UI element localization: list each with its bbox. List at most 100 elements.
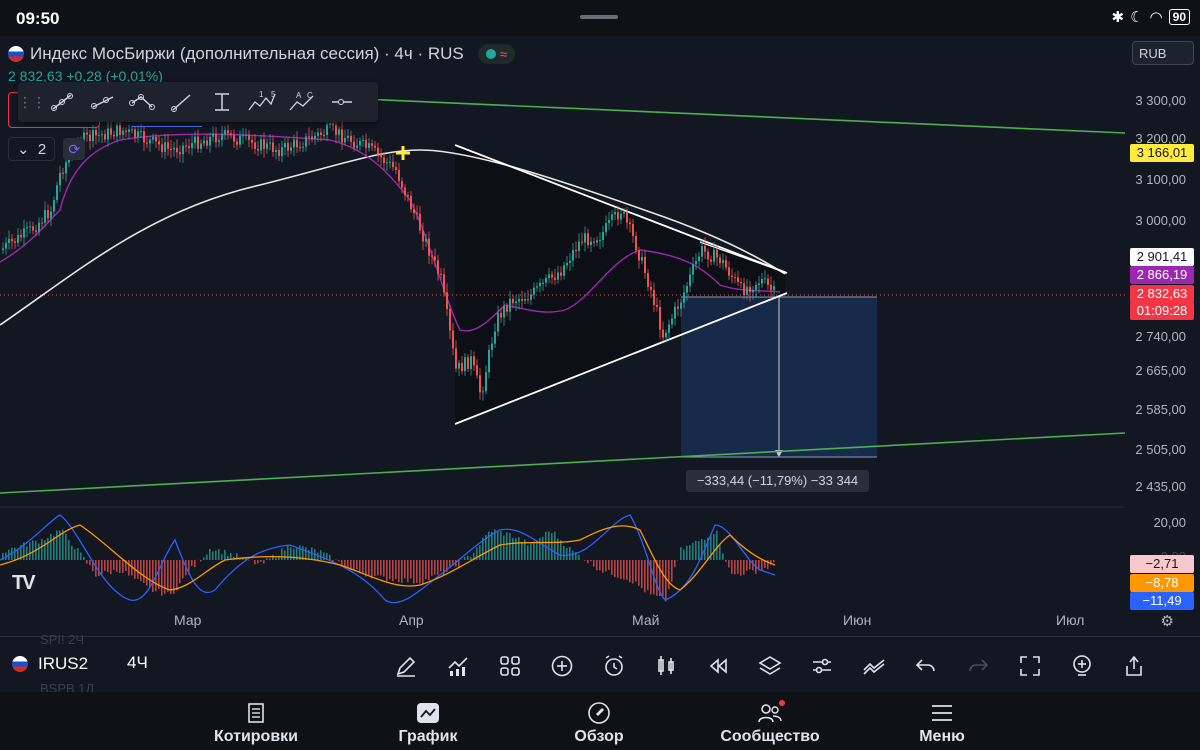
candle-body bbox=[671, 318, 673, 325]
settings-icon[interactable] bbox=[796, 652, 848, 680]
ray-icon[interactable] bbox=[82, 82, 122, 122]
histogram-bar bbox=[695, 540, 697, 560]
nav-label: Котировки bbox=[213, 728, 299, 745]
layouts-icon[interactable] bbox=[484, 652, 536, 680]
candle-body bbox=[506, 305, 508, 312]
histogram-bar bbox=[29, 542, 31, 560]
measure-icon[interactable] bbox=[202, 82, 242, 122]
candle-body bbox=[605, 223, 607, 233]
indicators-icon[interactable] bbox=[432, 652, 484, 680]
layers-icon[interactable] bbox=[744, 652, 796, 680]
drag-handle-icon[interactable]: ⋮⋮ bbox=[18, 94, 46, 111]
alert-icon[interactable] bbox=[588, 652, 640, 680]
draw-icon[interactable] bbox=[380, 652, 432, 680]
histogram-bar bbox=[662, 560, 664, 597]
histogram-bar bbox=[518, 537, 520, 560]
candle-body bbox=[449, 309, 451, 331]
symbol-title[interactable]: Индекс МосБиржи (дополнительная сессия) … bbox=[30, 44, 464, 64]
arrow-line-icon[interactable] bbox=[162, 82, 202, 122]
histogram-bar bbox=[593, 560, 595, 567]
tradingview-logo[interactable]: TV bbox=[12, 572, 36, 595]
candle-body bbox=[740, 282, 742, 284]
histogram-bar bbox=[404, 560, 406, 579]
histogram-bar bbox=[671, 560, 673, 582]
add-symbol-icon[interactable] bbox=[1056, 652, 1108, 680]
histogram-bar bbox=[665, 560, 667, 602]
candle-body bbox=[191, 142, 193, 149]
histogram-bar bbox=[257, 560, 259, 564]
nav-explore[interactable]: Обзор bbox=[529, 692, 669, 746]
session-status[interactable]: ≈ bbox=[477, 44, 516, 64]
symbol-title-row[interactable]: Индекс МосБиржи (дополнительная сессия) … bbox=[8, 44, 516, 64]
russia-flag-icon bbox=[12, 656, 28, 672]
nav-menu[interactable]: Меню bbox=[872, 692, 1012, 746]
candle-body bbox=[602, 232, 604, 241]
chart-type-icon[interactable] bbox=[640, 652, 692, 680]
histogram-bar bbox=[734, 560, 736, 575]
share-icon[interactable] bbox=[1108, 652, 1160, 680]
histogram-bar bbox=[674, 560, 676, 568]
candle-body bbox=[239, 135, 241, 145]
candle-body bbox=[518, 298, 520, 302]
nav-label: Сообщество bbox=[720, 728, 820, 745]
add-icon[interactable] bbox=[536, 652, 588, 680]
candle-body bbox=[332, 123, 334, 126]
currency-select[interactable]: RUB bbox=[1132, 41, 1194, 65]
interval-selector[interactable]: 4Ч bbox=[127, 653, 148, 673]
chart-settings-gear-icon[interactable]: ⚙ bbox=[1161, 612, 1174, 630]
candle-body bbox=[227, 130, 229, 134]
candle-body bbox=[281, 147, 283, 156]
candle-body bbox=[737, 277, 739, 283]
nav-community[interactable]: Сообщество bbox=[700, 692, 840, 746]
candle-body bbox=[494, 331, 496, 344]
horizontal-ray-icon[interactable] bbox=[322, 82, 362, 122]
candle-body bbox=[143, 131, 145, 143]
histogram-bar bbox=[470, 557, 472, 560]
drawing-favorites-toolbar[interactable]: ⋮⋮ 15 AC bbox=[18, 82, 378, 122]
histogram-bar bbox=[434, 560, 436, 575]
histogram-bar bbox=[539, 538, 541, 560]
layer-control[interactable]: ⌄ 2 ⟳ bbox=[8, 136, 86, 162]
histogram-bar bbox=[80, 552, 82, 560]
undo-icon[interactable] bbox=[900, 652, 952, 680]
bluetooth-icon: ✱ bbox=[1111, 9, 1125, 26]
notification-dot bbox=[779, 700, 785, 706]
crosshair-marker[interactable] bbox=[396, 146, 410, 160]
candle-body bbox=[686, 285, 688, 293]
symbol-selector[interactable]: IRUS2 bbox=[12, 654, 88, 674]
candle-body bbox=[236, 141, 238, 145]
ideas-icon[interactable] bbox=[848, 652, 900, 680]
nav-watchlist[interactable]: Котировки bbox=[186, 692, 326, 746]
candle-body bbox=[734, 277, 736, 279]
histogram-bar bbox=[773, 560, 775, 563]
candle-body bbox=[680, 302, 682, 309]
elliott-wave-icon[interactable]: 15 bbox=[242, 82, 282, 122]
histogram-bar bbox=[638, 560, 640, 586]
candle-body bbox=[152, 136, 154, 140]
layer-collapse[interactable]: ⌄ 2 bbox=[8, 137, 56, 161]
histogram-bar bbox=[110, 560, 112, 575]
abc-pattern-icon[interactable]: AC bbox=[282, 82, 322, 122]
price-tick: 3 100,00 bbox=[1135, 172, 1186, 187]
symbol-name[interactable]: IRUS2 bbox=[38, 654, 88, 674]
replay-icon[interactable] bbox=[692, 652, 744, 680]
fullscreen-icon[interactable] bbox=[1004, 652, 1056, 680]
histogram-bar bbox=[41, 538, 43, 560]
candle-body bbox=[410, 195, 412, 210]
alert-price-tag[interactable]: 3 166,01 bbox=[1130, 144, 1194, 162]
nav-chart[interactable]: График bbox=[358, 692, 498, 746]
moon-icon: ☾ bbox=[1130, 9, 1144, 26]
trend-line-icon[interactable] bbox=[42, 82, 82, 122]
upper-channel-line[interactable] bbox=[339, 97, 1126, 134]
redo-icon[interactable] bbox=[952, 652, 1004, 680]
candle-body bbox=[308, 136, 310, 138]
svg-text:5: 5 bbox=[271, 90, 276, 99]
lower-channel-line[interactable] bbox=[0, 432, 1126, 494]
polyline-icon[interactable] bbox=[122, 82, 162, 122]
candle-body bbox=[290, 147, 292, 151]
sync-icon[interactable]: ⟳ bbox=[63, 138, 86, 160]
candle-body bbox=[164, 142, 166, 153]
candle-body bbox=[476, 365, 478, 376]
candle-body bbox=[533, 287, 535, 295]
bottom-navigation: Котировки График Обзор Сообщество Меню bbox=[0, 692, 1200, 750]
